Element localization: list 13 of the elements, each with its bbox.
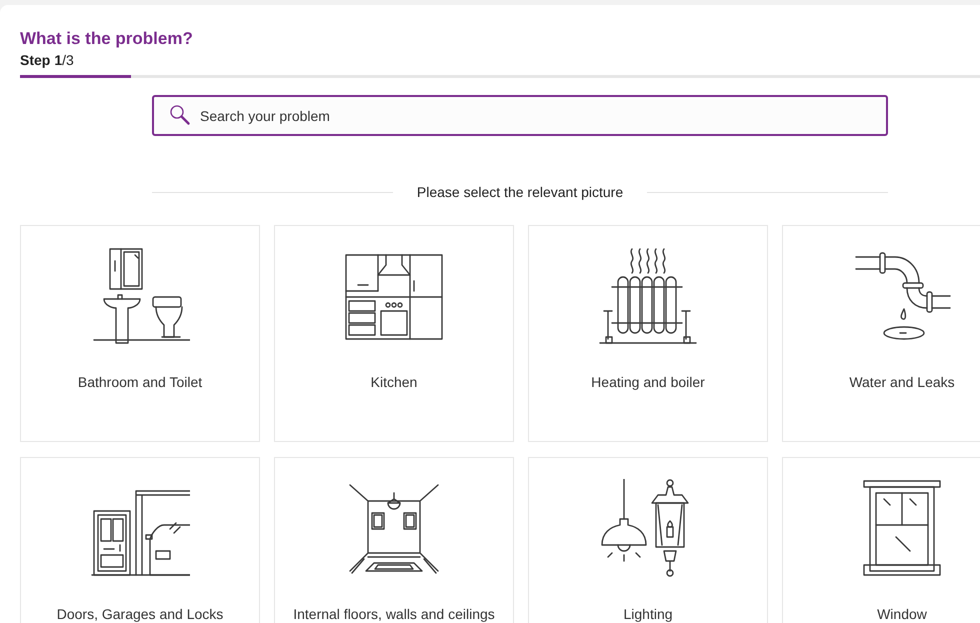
step-counter: 1/3 [54,51,74,69]
category-card[interactable]: Internal floors, walls and ceilings [274,457,514,623]
category-card[interactable]: Water and Leaks [782,225,980,442]
step-label: Step [20,51,50,69]
category-card[interactable]: Window [782,457,980,623]
category-card[interactable]: Bathroom and Toilet [20,225,260,442]
category-card[interactable]: Kitchen [274,225,514,442]
category-card[interactable]: Doors, Garages and Locks [20,457,260,623]
category-card[interactable]: Lighting [528,457,768,623]
search-field[interactable]: Search your problem [152,95,888,136]
page-title: What is the problem? [20,29,193,49]
instruction-text: Please select the relevant picture [416,183,624,202]
category-card[interactable]: Heating and boiler [528,225,768,442]
